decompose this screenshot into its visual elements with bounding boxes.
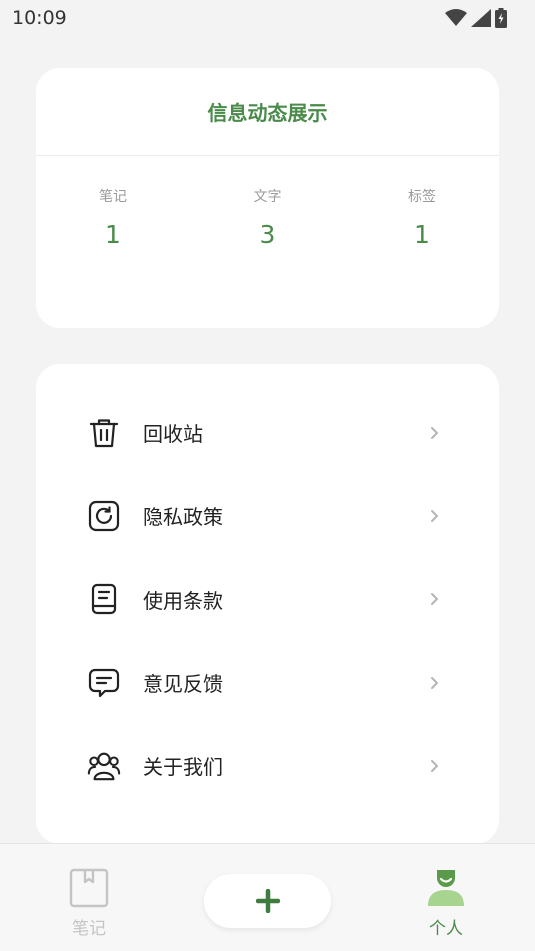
menu-label: 回收站 bbox=[143, 422, 203, 447]
privacy-icon bbox=[87, 499, 121, 533]
stat-label: 标签 bbox=[408, 189, 436, 205]
stats-row: 笔记 1 文字 3 标签 1 bbox=[36, 186, 499, 249]
signal-icon bbox=[471, 9, 491, 27]
menu-item-privacy-policy[interactable]: 隐私政策 bbox=[36, 474, 499, 557]
bottom-nav: 笔记 个人 bbox=[0, 843, 535, 951]
feedback-icon bbox=[87, 666, 121, 700]
menu-label: 使用条款 bbox=[143, 588, 223, 613]
menu-item-about-us[interactable]: 关于我们 bbox=[36, 724, 499, 807]
chevron-right-icon bbox=[431, 509, 438, 522]
battery-icon bbox=[495, 8, 507, 28]
chevron-right-icon bbox=[431, 593, 438, 606]
chevron-right-icon bbox=[431, 676, 438, 689]
menu-label: 隐私政策 bbox=[143, 505, 223, 530]
menu-item-recycle-bin[interactable]: 回收站 bbox=[36, 391, 499, 474]
nav-label: 个人 bbox=[429, 919, 463, 939]
stats-card: 信息动态展示 笔记 1 文字 3 标签 1 bbox=[36, 68, 499, 328]
plus-icon bbox=[255, 889, 280, 913]
status-time: 10:09 bbox=[12, 7, 67, 29]
nav-notes-tab[interactable]: 笔记 bbox=[49, 868, 129, 939]
stat-value: 1 bbox=[105, 220, 121, 249]
stat-words: 文字 3 bbox=[191, 186, 345, 249]
stats-title: 信息动态展示 bbox=[36, 68, 499, 156]
status-icons bbox=[445, 8, 507, 28]
status-bar: 10:09 bbox=[0, 0, 535, 36]
stat-value: 3 bbox=[259, 220, 276, 249]
menu-item-feedback[interactable]: 意见反馈 bbox=[36, 641, 499, 724]
nav-label: 笔记 bbox=[72, 919, 106, 939]
stat-tags: 标签 1 bbox=[345, 186, 499, 249]
wifi-icon bbox=[445, 9, 467, 26]
nav-me-tab[interactable]: 个人 bbox=[406, 868, 486, 939]
group-icon bbox=[87, 749, 121, 783]
stat-value: 1 bbox=[414, 220, 430, 249]
menu-label: 意见反馈 bbox=[143, 672, 223, 697]
menu-card: 回收站 隐私政策 使用条款 意见反馈 关于我们 bbox=[36, 364, 499, 844]
document-icon bbox=[87, 582, 121, 616]
menu-label: 关于我们 bbox=[143, 755, 223, 780]
trash-icon bbox=[87, 416, 121, 450]
chevron-right-icon bbox=[431, 759, 438, 772]
menu-item-terms-of-use[interactable]: 使用条款 bbox=[36, 558, 499, 641]
add-note-button[interactable] bbox=[204, 874, 331, 928]
person-icon bbox=[428, 870, 464, 906]
notebook-icon bbox=[69, 868, 109, 908]
stat-label: 笔记 bbox=[99, 189, 127, 205]
stat-label: 文字 bbox=[253, 189, 282, 205]
chevron-right-icon bbox=[431, 426, 438, 439]
stat-notes: 笔记 1 bbox=[36, 186, 190, 249]
